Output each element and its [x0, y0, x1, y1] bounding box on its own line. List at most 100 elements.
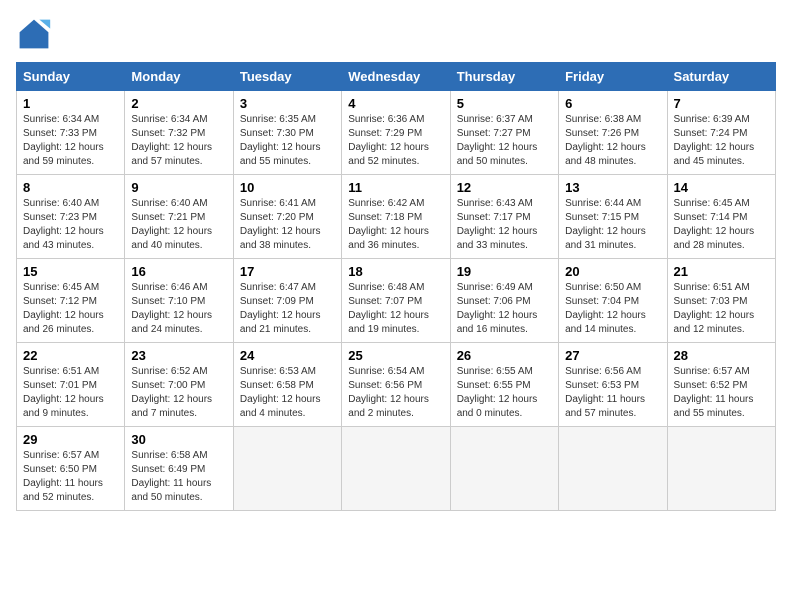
day-info: Sunrise: 6:57 AMSunset: 6:50 PMDaylight:… [23, 449, 118, 505]
day-number: 15 [23, 264, 118, 279]
calendar-day-25: 25 Sunrise: 6:54 AMSunset: 6:56 PMDayligh… [342, 343, 450, 427]
day-number: 16 [131, 264, 226, 279]
header-friday: Friday [559, 63, 667, 91]
day-info: Sunrise: 6:44 AMSunset: 7:15 PMDaylight:… [565, 197, 660, 253]
day-number: 21 [674, 264, 769, 279]
empty-cell [233, 427, 341, 511]
day-info: Sunrise: 6:34 AMSunset: 7:32 PMDaylight:… [131, 113, 226, 169]
calendar-day-8: 8Sunrise: 6:40 AMSunset: 7:23 PMDaylight… [17, 175, 125, 259]
empty-cell [450, 427, 558, 511]
day-number: 14 [674, 180, 769, 195]
header-saturday: Saturday [667, 63, 775, 91]
day-info: Sunrise: 6:39 AMSunset: 7:24 PMDaylight:… [674, 113, 769, 169]
calendar-week-4: 22 Sunrise: 6:51 AMSunset: 7:01 PMDayligh… [17, 343, 776, 427]
calendar-day-15: 15 Sunrise: 6:45 AMSunset: 7:12 PMDayligh… [17, 259, 125, 343]
day-info: Sunrise: 6:34 AMSunset: 7:33 PMDaylight:… [23, 113, 118, 169]
day-number: 3 [240, 96, 335, 111]
day-info: Sunrise: 6:43 AMSunset: 7:17 PMDaylight:… [457, 197, 552, 253]
empty-cell [667, 427, 775, 511]
day-number: 25 [348, 348, 443, 363]
day-number: 6 [565, 96, 660, 111]
calendar-week-3: 15 Sunrise: 6:45 AMSunset: 7:12 PMDayligh… [17, 259, 776, 343]
day-info: Sunrise: 6:51 AMSunset: 7:03 PMDaylight:… [674, 281, 769, 337]
calendar-day-1: 1 Sunrise: 6:34 AMSunset: 7:33 PMDaylight… [17, 91, 125, 175]
calendar-day-16: 16 Sunrise: 6:46 AMSunset: 7:10 PMDayligh… [125, 259, 233, 343]
day-info: Sunrise: 6:38 AMSunset: 7:26 PMDaylight:… [565, 113, 660, 169]
calendar-day-13: 13 Sunrise: 6:44 AMSunset: 7:15 PMDayligh… [559, 175, 667, 259]
day-info: Sunrise: 6:51 AMSunset: 7:01 PMDaylight:… [23, 365, 118, 421]
day-info: Sunrise: 6:45 AMSunset: 7:14 PMDaylight:… [674, 197, 769, 253]
day-number: 29 [23, 432, 118, 447]
calendar-day-12: 12Sunrise: 6:43 AMSunset: 7:17 PMDayligh… [450, 175, 558, 259]
calendar-day-27: 27 Sunrise: 6:56 AMSunset: 6:53 PMDayligh… [559, 343, 667, 427]
day-number: 20 [565, 264, 660, 279]
header-sunday: Sunday [17, 63, 125, 91]
header-monday: Monday [125, 63, 233, 91]
day-info: Sunrise: 6:45 AMSunset: 7:12 PMDaylight:… [23, 281, 118, 337]
calendar-day-23: 23 Sunrise: 6:52 AMSunset: 7:00 PMDayligh… [125, 343, 233, 427]
calendar-table: SundayMondayTuesdayWednesdayThursdayFrid… [16, 62, 776, 511]
day-info: Sunrise: 6:41 AMSunset: 7:20 PMDaylight:… [240, 197, 335, 253]
day-number: 28 [674, 348, 769, 363]
day-number: 27 [565, 348, 660, 363]
logo-icon [16, 16, 52, 52]
calendar-day-10: 10 Sunrise: 6:41 AMSunset: 7:20 PMDayligh… [233, 175, 341, 259]
day-number: 11 [348, 180, 443, 195]
day-number: 1 [23, 96, 118, 111]
day-info: Sunrise: 6:35 AMSunset: 7:30 PMDaylight:… [240, 113, 335, 169]
calendar-week-1: 1 Sunrise: 6:34 AMSunset: 7:33 PMDaylight… [17, 91, 776, 175]
header-thursday: Thursday [450, 63, 558, 91]
day-number: 10 [240, 180, 335, 195]
day-number: 26 [457, 348, 552, 363]
calendar-day-24: 24 Sunrise: 6:53 AMSunset: 6:58 PMDayligh… [233, 343, 341, 427]
day-info: Sunrise: 6:50 AMSunset: 7:04 PMDaylight:… [565, 281, 660, 337]
calendar-day-14: 14 Sunrise: 6:45 AMSunset: 7:14 PMDayligh… [667, 175, 775, 259]
calendar-day-29: 29 Sunrise: 6:57 AMSunset: 6:50 PMDayligh… [17, 427, 125, 511]
calendar-day-26: 26 Sunrise: 6:55 AMSunset: 6:55 PMDayligh… [450, 343, 558, 427]
day-number: 8 [23, 180, 118, 195]
day-info: Sunrise: 6:54 AMSunset: 6:56 PMDaylight:… [348, 365, 443, 421]
page-header [16, 16, 776, 52]
calendar-day-4: 4 Sunrise: 6:36 AMSunset: 7:29 PMDaylight… [342, 91, 450, 175]
calendar-day-9: 9 Sunrise: 6:40 AMSunset: 7:21 PMDaylight… [125, 175, 233, 259]
day-number: 22 [23, 348, 118, 363]
calendar-day-22: 22 Sunrise: 6:51 AMSunset: 7:01 PMDayligh… [17, 343, 125, 427]
calendar-week-2: 8Sunrise: 6:40 AMSunset: 7:23 PMDaylight… [17, 175, 776, 259]
day-number: 2 [131, 96, 226, 111]
calendar-day-6: 6 Sunrise: 6:38 AMSunset: 7:26 PMDaylight… [559, 91, 667, 175]
calendar-day-11: 11 Sunrise: 6:42 AMSunset: 7:18 PMDayligh… [342, 175, 450, 259]
day-info: Sunrise: 6:46 AMSunset: 7:10 PMDaylight:… [131, 281, 226, 337]
day-number: 18 [348, 264, 443, 279]
day-number: 23 [131, 348, 226, 363]
calendar-day-28: 28 Sunrise: 6:57 AMSunset: 6:52 PMDayligh… [667, 343, 775, 427]
day-info: Sunrise: 6:40 AMSunset: 7:21 PMDaylight:… [131, 197, 226, 253]
day-info: Sunrise: 6:53 AMSunset: 6:58 PMDaylight:… [240, 365, 335, 421]
calendar-day-17: 17Sunrise: 6:47 AMSunset: 7:09 PMDayligh… [233, 259, 341, 343]
day-number: 13 [565, 180, 660, 195]
day-number: 24 [240, 348, 335, 363]
calendar-day-21: 21 Sunrise: 6:51 AMSunset: 7:03 PMDayligh… [667, 259, 775, 343]
day-number: 4 [348, 96, 443, 111]
day-number: 9 [131, 180, 226, 195]
logo [16, 16, 56, 52]
calendar-day-3: 3 Sunrise: 6:35 AMSunset: 7:30 PMDaylight… [233, 91, 341, 175]
calendar-day-30: 30Sunrise: 6:58 AMSunset: 6:49 PMDayligh… [125, 427, 233, 511]
day-number: 19 [457, 264, 552, 279]
empty-cell [342, 427, 450, 511]
day-info: Sunrise: 6:52 AMSunset: 7:00 PMDaylight:… [131, 365, 226, 421]
calendar-day-2: 2 Sunrise: 6:34 AMSunset: 7:32 PMDaylight… [125, 91, 233, 175]
day-info: Sunrise: 6:57 AMSunset: 6:52 PMDaylight:… [674, 365, 769, 421]
day-info: Sunrise: 6:56 AMSunset: 6:53 PMDaylight:… [565, 365, 660, 421]
day-info: Sunrise: 6:37 AMSunset: 7:27 PMDaylight:… [457, 113, 552, 169]
day-number: 30 [131, 432, 226, 447]
header-tuesday: Tuesday [233, 63, 341, 91]
day-info: Sunrise: 6:49 AMSunset: 7:06 PMDaylight:… [457, 281, 552, 337]
calendar-header-row: SundayMondayTuesdayWednesdayThursdayFrid… [17, 63, 776, 91]
day-number: 5 [457, 96, 552, 111]
day-info: Sunrise: 6:55 AMSunset: 6:55 PMDaylight:… [457, 365, 552, 421]
empty-cell [559, 427, 667, 511]
day-number: 7 [674, 96, 769, 111]
day-info: Sunrise: 6:42 AMSunset: 7:18 PMDaylight:… [348, 197, 443, 253]
day-info: Sunrise: 6:36 AMSunset: 7:29 PMDaylight:… [348, 113, 443, 169]
calendar-day-20: 20 Sunrise: 6:50 AMSunset: 7:04 PMDayligh… [559, 259, 667, 343]
